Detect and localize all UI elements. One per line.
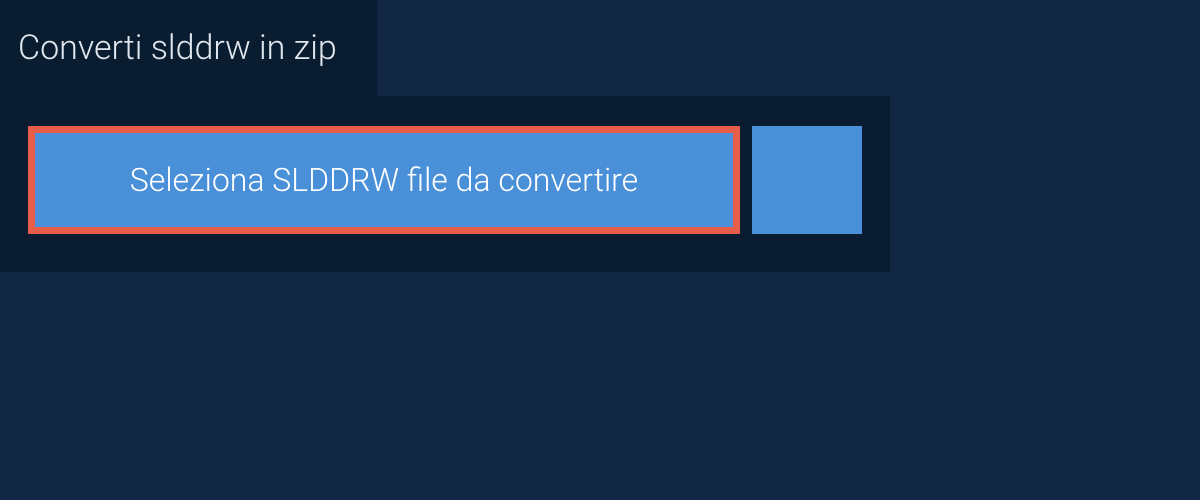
page-title: Converti slddrw in zip — [18, 28, 337, 68]
select-file-label: Seleziona SLDDRW file da convertire — [130, 161, 638, 199]
page-title-tab: Converti slddrw in zip — [0, 0, 377, 96]
select-file-button[interactable]: Seleziona SLDDRW file da convertire — [28, 126, 740, 234]
file-select-panel: Seleziona SLDDRW file da convertire — [0, 96, 890, 272]
dropbox-button[interactable] — [752, 126, 862, 234]
